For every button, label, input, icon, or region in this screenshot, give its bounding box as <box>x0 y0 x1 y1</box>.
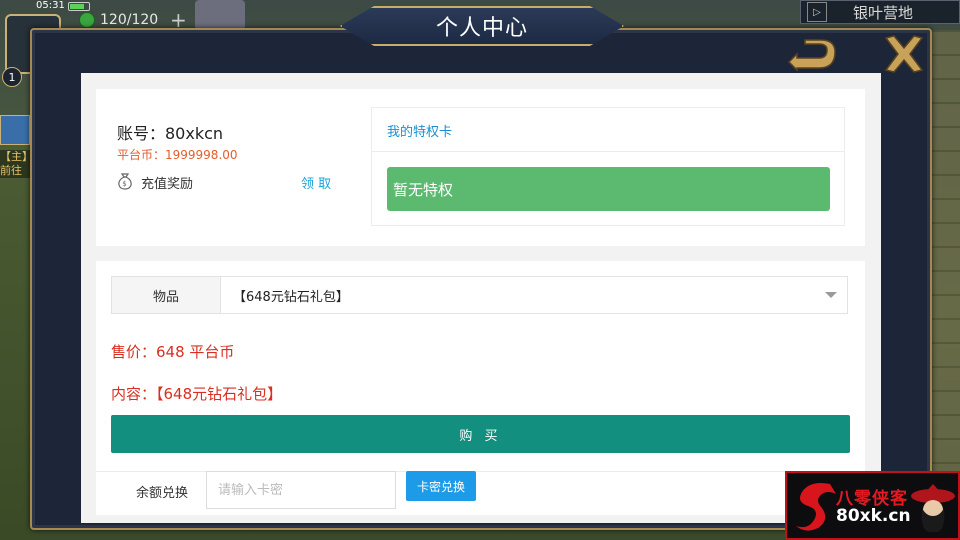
quest-tracker-tag: 【主】 <box>0 150 33 163</box>
energy-counter: 120/120 <box>100 12 159 28</box>
redeem-label: 余额兑换 <box>136 486 189 501</box>
location-bar[interactable]: ▷ 银叶营地 <box>800 0 960 24</box>
item-content: 内容：【648元钻石礼包】 <box>111 385 283 403</box>
back-arrow-icon <box>787 39 836 72</box>
card-code-input[interactable] <box>206 471 396 509</box>
close-x-icon <box>884 35 924 73</box>
recharge-reward-label: 充值奖励 <box>141 177 194 192</box>
selected-item-text: 【648元钻石礼包】 <box>233 289 349 305</box>
clock-time: 05:31 <box>36 0 65 11</box>
item-price: 售价：648 平台币 <box>111 343 235 361</box>
location-name: 银叶营地 <box>853 3 914 22</box>
dialog-title: 个人中心 <box>340 6 624 46</box>
play-arrow-icon: ▷ <box>807 2 827 22</box>
battery-icon <box>68 2 90 11</box>
quest-tracker-text: 前往 <box>0 164 22 177</box>
money-bag-icon: $ <box>118 173 132 190</box>
hat-character-icon <box>911 484 955 532</box>
privilege-divider <box>371 151 845 152</box>
close-button[interactable] <box>882 32 926 76</box>
dragon-logo-icon <box>796 483 836 531</box>
quest-tag-icon[interactable] <box>0 115 30 145</box>
svg-text:$: $ <box>122 180 126 188</box>
item-select-dropdown[interactable]: 【648元钻石礼包】 <box>220 276 848 314</box>
account-name: 账号：80xkcn <box>117 124 224 143</box>
watermark-url: 80xk.cn <box>836 506 911 526</box>
buy-button[interactable]: 购 买 <box>111 415 850 453</box>
privilege-card-title: 我的特权卡 <box>387 125 453 140</box>
companion-portrait[interactable] <box>195 0 245 30</box>
privilege-status: 暂无特权 <box>387 167 830 211</box>
item-label: 物品 <box>111 276 221 314</box>
platform-coin-balance: 平台币：1999998.00 <box>117 148 238 162</box>
player-level-badge: 1 <box>2 67 22 87</box>
claim-button[interactable]: 领 取 <box>301 173 331 192</box>
energy-leaf-icon <box>79 12 95 28</box>
quest-tracker[interactable]: 【主】 前往 <box>0 150 33 178</box>
redeem-card-button[interactable]: 卡密兑换 <box>406 471 476 501</box>
back-button[interactable] <box>783 36 839 76</box>
chevron-down-icon <box>825 292 837 298</box>
